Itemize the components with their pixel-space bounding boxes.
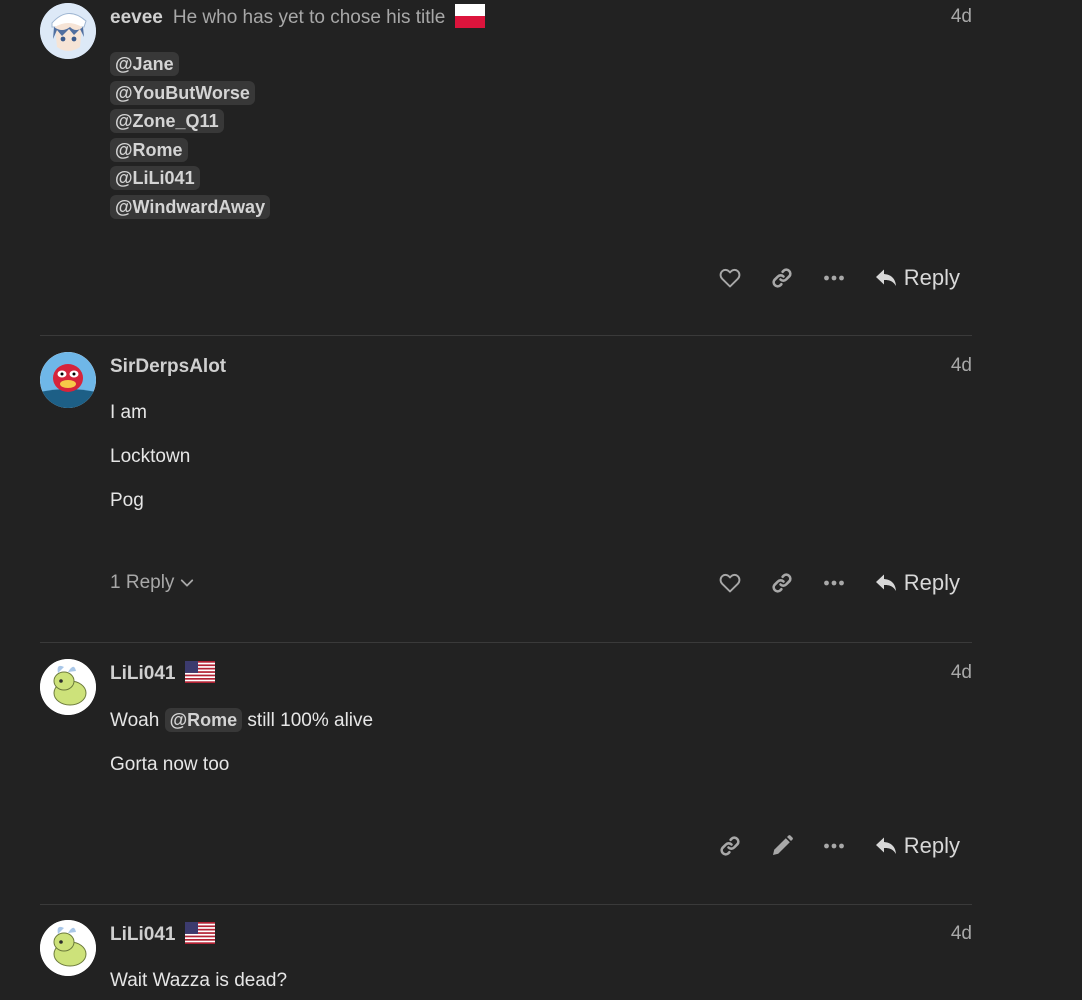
- post-body: @Jane @YouButWorse @Zone_Q11 @Rome @LiLi…: [110, 52, 271, 223]
- more-actions-button[interactable]: [808, 258, 860, 298]
- post-paragraph: Gorta now too: [110, 754, 230, 775]
- post-lili041: LiLi041 4d Woah @Rome still 100% alive G…: [40, 659, 972, 889]
- post-divider: [40, 904, 972, 905]
- avatar[interactable]: [40, 659, 96, 715]
- reply-button[interactable]: Reply: [874, 570, 960, 596]
- heart-icon: [718, 266, 742, 290]
- reply-label: Reply: [903, 833, 960, 858]
- replies-count-label: 1 Reply: [110, 572, 175, 593]
- post-eevee: eevee He who has yet to chose his title …: [40, 3, 972, 303]
- post-date[interactable]: 4d: [951, 355, 972, 377]
- reply-icon: [874, 571, 898, 595]
- post-paragraph: I am: [110, 402, 147, 423]
- ellipsis-icon: [822, 834, 846, 858]
- post-date[interactable]: 4d: [951, 6, 972, 28]
- post-body: Woah @Rome still 100% alive Gorta now to…: [110, 708, 373, 778]
- reply-label: Reply: [903, 265, 960, 290]
- post-lili041: LiLi041 4d Wait Wazza is dead?: [40, 920, 972, 1000]
- post-divider: [40, 642, 972, 643]
- mention-rome[interactable]: @Rome: [110, 137, 188, 162]
- username[interactable]: LiLi041: [110, 663, 175, 685]
- post-paragraph: Pog: [110, 490, 144, 511]
- replies-toggle-button[interactable]: 1 Reply: [110, 572, 196, 594]
- mention-lili041[interactable]: @LiLi041: [110, 166, 200, 190]
- avatar[interactable]: [40, 352, 96, 408]
- share-link-button[interactable]: [756, 563, 808, 603]
- heart-icon: [718, 571, 742, 595]
- chevron-down-icon: [178, 574, 196, 592]
- mention-zone-q11[interactable]: @Zone_Q11: [110, 109, 224, 133]
- like-button[interactable]: [704, 258, 756, 298]
- share-link-button[interactable]: [704, 826, 756, 866]
- poland-flag-icon: [455, 4, 485, 33]
- link-icon: [770, 571, 794, 595]
- like-button[interactable]: [704, 563, 756, 603]
- more-actions-button[interactable]: [808, 563, 860, 603]
- usa-flag-icon: [185, 661, 215, 688]
- reply-icon: [874, 266, 898, 290]
- post-sirderpsalot: SirDerpsAlot 4d I am Locktown Pog 1 Repl…: [40, 352, 972, 622]
- ellipsis-icon: [822, 571, 846, 595]
- avatar[interactable]: [40, 920, 96, 976]
- link-icon: [718, 834, 742, 858]
- user-title: He who has yet to chose his title: [172, 7, 446, 28]
- post-text: still 100% alive: [247, 710, 374, 731]
- reply-label: Reply: [903, 570, 960, 595]
- mention-rome[interactable]: @Rome: [164, 708, 243, 732]
- post-paragraph: Locktown: [110, 446, 191, 467]
- reply-button[interactable]: Reply: [874, 265, 960, 291]
- username[interactable]: eevee: [110, 7, 163, 29]
- post-text: Woah: [110, 710, 160, 731]
- username[interactable]: SirDerpsAlot: [110, 356, 226, 378]
- mention-jane[interactable]: @Jane: [110, 52, 179, 76]
- reply-button[interactable]: Reply: [874, 833, 960, 859]
- pencil-icon: [770, 834, 794, 858]
- username[interactable]: LiLi041: [110, 924, 175, 946]
- avatar[interactable]: [40, 3, 96, 59]
- post-paragraph: Wait Wazza is dead?: [110, 970, 288, 991]
- share-link-button[interactable]: [756, 258, 808, 298]
- usa-flag-icon: [185, 922, 215, 949]
- ellipsis-icon: [822, 266, 846, 290]
- mention-youbutworse[interactable]: @YouButWorse: [110, 80, 255, 105]
- post-actions: Reply: [704, 258, 960, 298]
- post-body: Wait Wazza is dead?: [110, 970, 287, 992]
- more-actions-button[interactable]: [808, 826, 860, 866]
- mention-windwardaway[interactable]: @WindwardAway: [110, 194, 271, 219]
- reply-icon: [874, 834, 898, 858]
- post-actions: Reply: [704, 826, 960, 866]
- post-divider: [40, 335, 972, 336]
- edit-button[interactable]: [756, 826, 808, 866]
- post-date[interactable]: 4d: [951, 662, 972, 684]
- post-body: I am Locktown Pog: [110, 402, 190, 512]
- post-actions: Reply: [704, 563, 960, 603]
- link-icon: [770, 266, 794, 290]
- post-date[interactable]: 4d: [951, 923, 972, 945]
